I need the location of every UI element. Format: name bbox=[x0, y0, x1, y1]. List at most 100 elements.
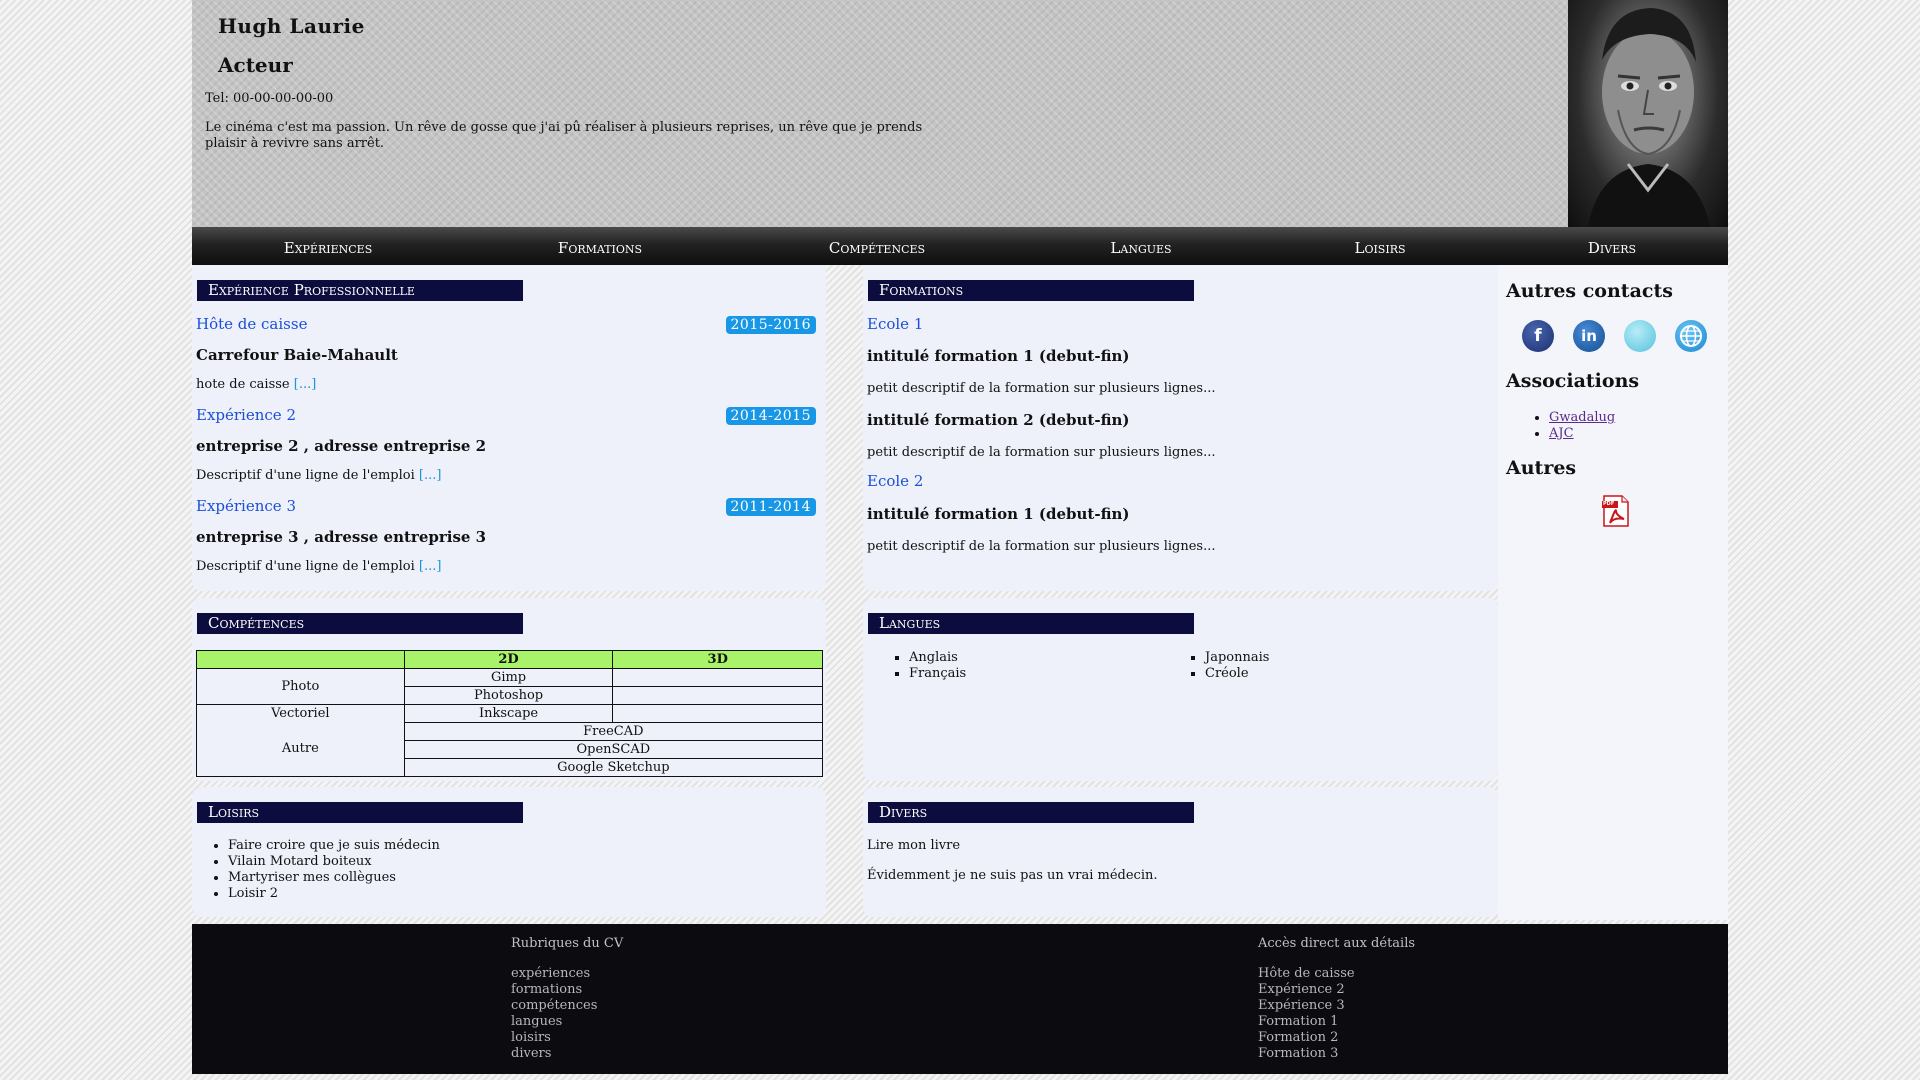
divers-line-2: Évidemment je ne suis pas un vrai médeci… bbox=[867, 868, 1158, 883]
nav-formations[interactable]: Formations bbox=[464, 227, 736, 265]
loisirs-heading: Loisirs bbox=[197, 802, 523, 823]
experience-title-3[interactable]: Expérience 3 bbox=[196, 497, 296, 515]
profile-description: Le cinéma c'est ma passion. Un rêve de g… bbox=[205, 120, 923, 151]
school-2[interactable]: Ecole 2 bbox=[867, 472, 923, 490]
nav-langues[interactable]: Langues bbox=[1018, 227, 1264, 265]
experience-title-2[interactable]: Expérience 2 bbox=[196, 406, 296, 424]
cell-empty bbox=[612, 704, 823, 723]
cell-photoshop: Photoshop bbox=[403, 686, 614, 705]
competences-table: 2D 3D Photo Gimp Photoshop Vectoriel Ink… bbox=[196, 650, 824, 777]
twitter-icon[interactable] bbox=[1624, 320, 1656, 352]
page: Hugh Laurie Acteur Tel: 00-00-00-00-00 L… bbox=[192, 0, 1728, 1080]
footer-link[interactable]: loisirs bbox=[511, 1030, 597, 1046]
facebook-icon[interactable]: f bbox=[1522, 320, 1554, 352]
formations-panel: Formations Ecole 1 intitulé formation 1 … bbox=[863, 265, 1498, 591]
pdf-icon[interactable]: PDF bbox=[1602, 495, 1630, 527]
associations-list: Gwadalug AJC bbox=[1549, 410, 1615, 442]
cell-inkscape: Inkscape bbox=[403, 704, 614, 723]
langues-list-2: Japonnais Créole bbox=[1205, 650, 1269, 682]
loisir-item: Faire croire que je suis médecin bbox=[228, 838, 440, 854]
associations-heading: Associations bbox=[1506, 370, 1640, 392]
language-item: Créole bbox=[1205, 666, 1269, 682]
linkedin-icon[interactable]: in bbox=[1573, 320, 1605, 352]
person-name: Hugh Laurie bbox=[218, 14, 365, 38]
footer-heading-rubriques: Rubriques du CV bbox=[511, 936, 624, 951]
footer-heading-acces: Accès direct aux détails bbox=[1258, 936, 1416, 951]
language-item: Anglais bbox=[909, 650, 966, 666]
cell-sketchup: Google Sketchup bbox=[403, 758, 824, 777]
table-corner bbox=[196, 650, 405, 669]
date-badge-3: 2011-2014 bbox=[725, 498, 816, 516]
language-item: Japonnais bbox=[1205, 650, 1269, 666]
profile-photo bbox=[1568, 0, 1728, 227]
formation-title-1: intitulé formation 1 (debut-fin) bbox=[867, 347, 1130, 365]
main-nav: Expériences Formations Compétences Langu… bbox=[192, 227, 1728, 265]
formation-title-3: intitulé formation 1 (debut-fin) bbox=[867, 505, 1130, 523]
cell-empty bbox=[612, 686, 823, 705]
row-autre: Autre bbox=[196, 722, 405, 777]
experience-heading: Expérience Professionnelle bbox=[197, 280, 523, 301]
col-3d: 3D bbox=[612, 650, 823, 669]
loisir-item: Vilain Motard boiteux bbox=[228, 854, 440, 870]
globe-icon[interactable] bbox=[1675, 320, 1707, 352]
experience-company-2: entreprise 2 , adresse entreprise 2 bbox=[196, 437, 487, 455]
nav-divers[interactable]: Divers bbox=[1496, 227, 1728, 265]
autres-heading: Autres bbox=[1506, 457, 1577, 479]
loisir-item: Loisir 2 bbox=[228, 886, 440, 902]
experience-company-3: entreprise 3 , adresse entreprise 3 bbox=[196, 528, 487, 546]
header: Hugh Laurie Acteur Tel: 00-00-00-00-00 L… bbox=[192, 0, 1728, 227]
language-item: Français bbox=[909, 666, 966, 682]
row-photo: Photo bbox=[196, 668, 405, 705]
footer-link[interactable]: compétences bbox=[511, 998, 597, 1014]
footer-link[interactable]: langues bbox=[511, 1014, 597, 1030]
footer: Rubriques du CV expériences formations c… bbox=[192, 924, 1728, 1074]
cell-gimp: Gimp bbox=[403, 668, 614, 687]
pdf-label: PDF bbox=[1603, 501, 1615, 507]
footer-link[interactable]: expériences bbox=[511, 966, 597, 982]
formation-desc-3: petit descriptif de la formation sur plu… bbox=[867, 539, 1216, 554]
more-link[interactable]: [...] bbox=[419, 559, 442, 574]
divers-heading: Divers bbox=[868, 802, 1194, 823]
footer-link[interactable]: Hôte de caisse bbox=[1258, 966, 1355, 982]
divers-line-1: Lire mon livre bbox=[867, 838, 961, 853]
phone-number: Tel: 00-00-00-00-00 bbox=[205, 91, 334, 106]
footer-acces-list: Hôte de caisse Expérience 2 Expérience 3… bbox=[1258, 966, 1355, 1062]
formation-desc-2: petit descriptif de la formation sur plu… bbox=[867, 445, 1216, 460]
competences-heading: Compétences bbox=[197, 613, 523, 634]
row-vectoriel: Vectoriel bbox=[196, 704, 405, 723]
cell-openscad: OpenSCAD bbox=[403, 740, 824, 759]
col-2d: 2D bbox=[403, 650, 614, 669]
formation-desc-1: petit descriptif de la formation sur plu… bbox=[867, 381, 1216, 396]
nav-competences[interactable]: Compétences bbox=[736, 227, 1018, 265]
footer-link[interactable]: formations bbox=[511, 982, 597, 998]
langues-heading: Langues bbox=[868, 613, 1194, 634]
nav-experiences[interactable]: Expériences bbox=[192, 227, 464, 265]
experience-desc-2: Descriptif d'une ligne de l'emploi [...] bbox=[196, 468, 442, 483]
nav-loisirs[interactable]: Loisirs bbox=[1264, 227, 1496, 265]
right-column bbox=[1498, 265, 1728, 920]
footer-link[interactable]: Formation 2 bbox=[1258, 1030, 1355, 1046]
experience-desc-1: hote de caisse [...] bbox=[196, 377, 317, 392]
footer-link[interactable]: divers bbox=[511, 1046, 597, 1062]
school-1[interactable]: Ecole 1 bbox=[867, 315, 923, 333]
more-link[interactable]: [...] bbox=[419, 468, 442, 483]
formation-title-2: intitulé formation 2 (debut-fin) bbox=[867, 411, 1130, 429]
formations-heading: Formations bbox=[868, 280, 1194, 301]
footer-link[interactable]: Formation 1 bbox=[1258, 1014, 1355, 1030]
footer-link[interactable]: Expérience 2 bbox=[1258, 982, 1355, 998]
experience-title-1[interactable]: Hôte de caisse bbox=[196, 315, 307, 333]
experience-panel: Expérience Professionnelle Hôte de caiss… bbox=[192, 265, 826, 591]
loisirs-panel: Loisirs Faire croire que je suis médecin… bbox=[192, 787, 826, 917]
association-link[interactable]: Gwadalug bbox=[1549, 410, 1615, 425]
association-link[interactable]: AJC bbox=[1549, 426, 1574, 441]
footer-link[interactable]: Formation 3 bbox=[1258, 1046, 1355, 1062]
more-link[interactable]: [...] bbox=[294, 377, 317, 392]
experience-desc-3: Descriptif d'une ligne de l'emploi [...] bbox=[196, 559, 442, 574]
date-badge-1: 2015-2016 bbox=[725, 316, 816, 334]
divers-panel: Divers Lire mon livre Évidemment je ne s… bbox=[863, 787, 1498, 917]
langues-panel: Langues Anglais Français Japonnais Créol… bbox=[863, 598, 1498, 781]
footer-link[interactable]: Expérience 3 bbox=[1258, 998, 1355, 1014]
person-title: Acteur bbox=[218, 53, 293, 77]
contacts-heading: Autres contacts bbox=[1506, 280, 1673, 302]
date-badge-2: 2014-2015 bbox=[725, 407, 816, 425]
